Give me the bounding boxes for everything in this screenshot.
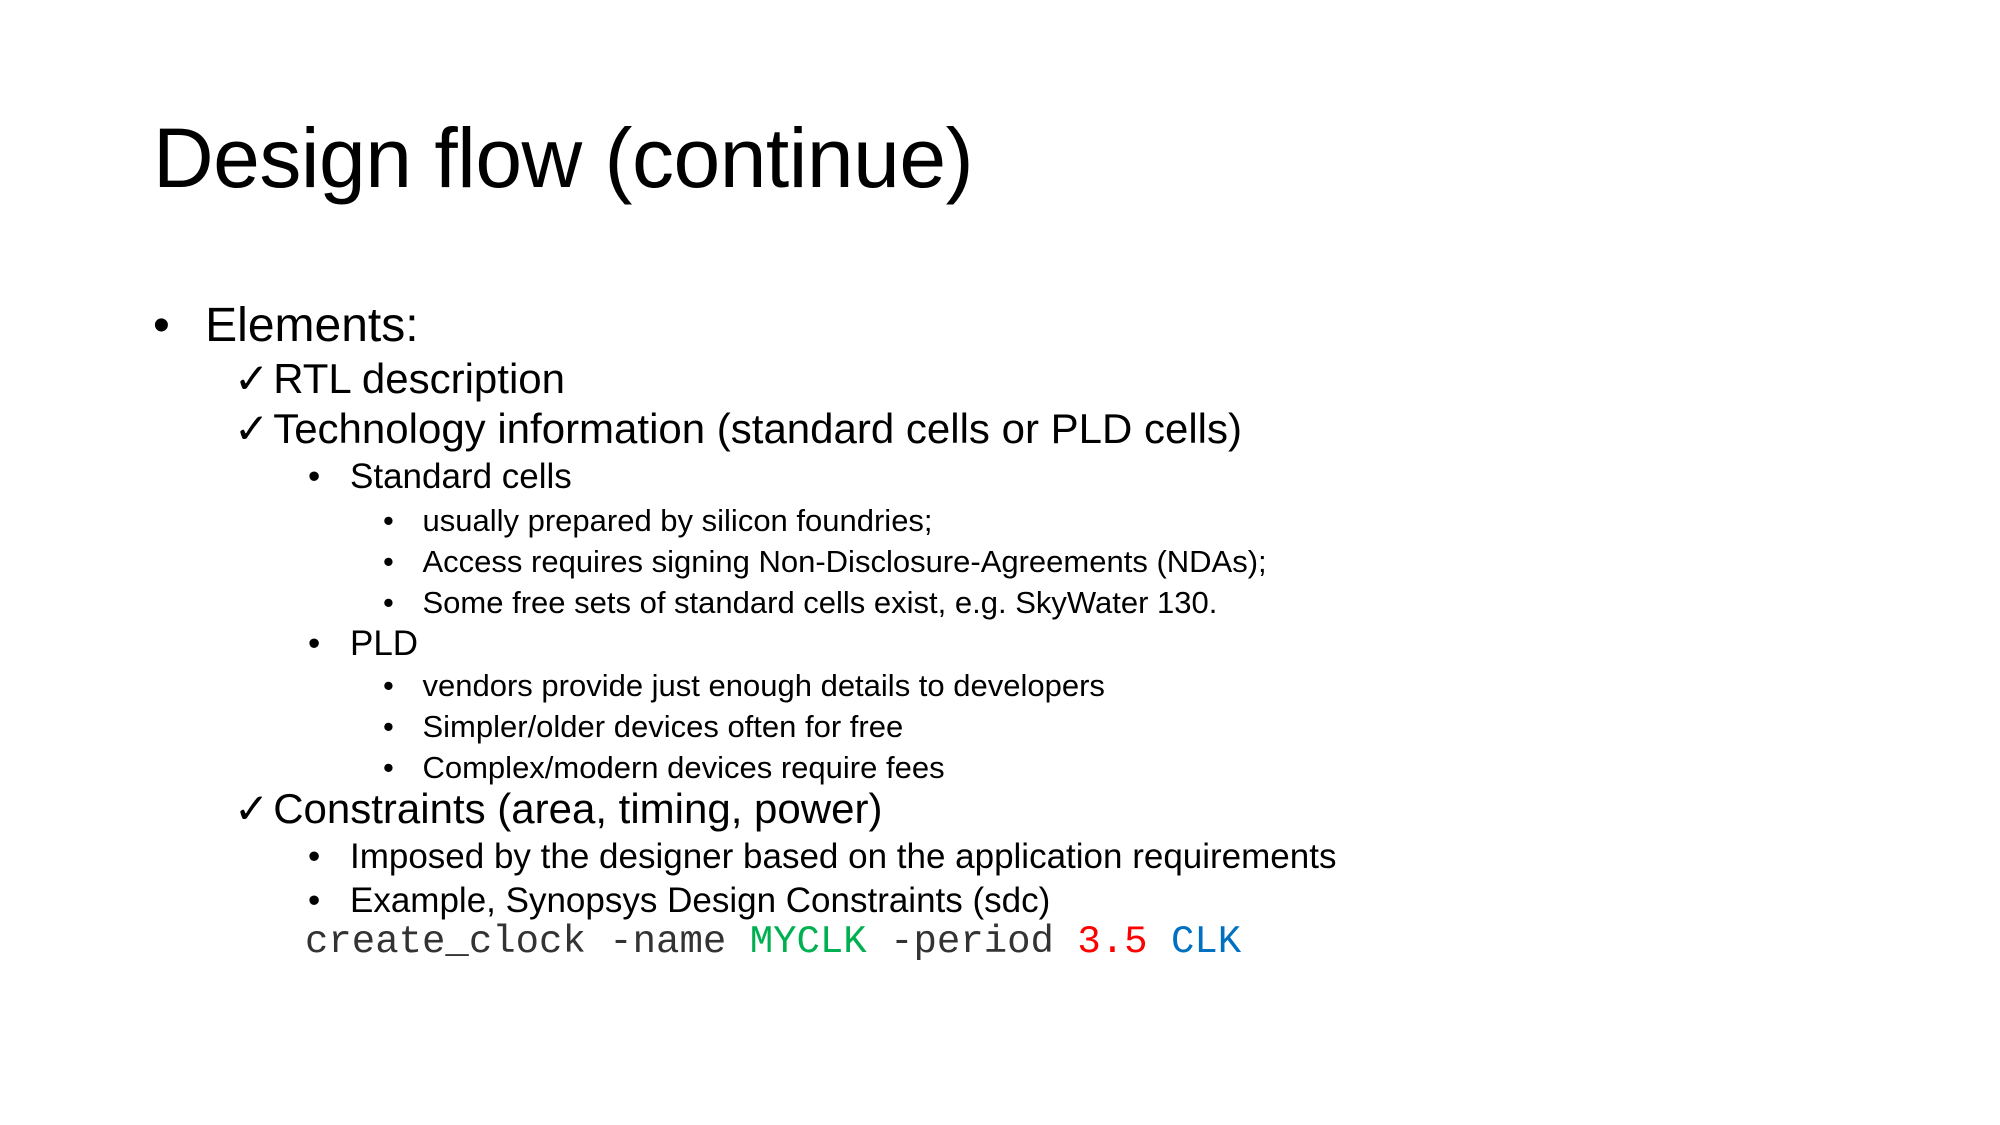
checkmark-icon: ✓ <box>234 785 270 832</box>
code-period-value: 3.5 <box>1077 920 1148 964</box>
bullet-text: usually prepared by silicon foundries; <box>422 503 933 538</box>
bullet-icon: • <box>308 624 321 663</box>
bullet-pld-vendors: • vendors provide just enough details to… <box>383 670 1105 701</box>
check-item-text: Technology information (standard cells o… <box>273 405 1242 452</box>
bullet-icon: • <box>153 299 170 352</box>
bullet-std-nda: • Access requires signing Non-Disclosure… <box>383 546 1267 577</box>
bullet-text: Standard cells <box>350 457 572 496</box>
check-item-rtl: ✓RTL description <box>234 358 565 400</box>
bullet-text: Access requires signing Non-Disclosure-A… <box>422 544 1267 579</box>
bullet-icon: • <box>383 544 394 579</box>
check-item-text: Constraints (area, timing, power) <box>273 785 883 832</box>
bullet-text: vendors provide just enough details to d… <box>422 668 1105 703</box>
bullet-pld-complex: • Complex/modern devices require fees <box>383 752 945 783</box>
sdc-code-line: create_clock -name MYCLK -period 3.5 CLK <box>305 923 1241 962</box>
bullet-text: PLD <box>350 624 419 663</box>
bullet-text: Complex/modern devices require fees <box>422 750 945 785</box>
bullet-text: Example, Synopsys Design Constraints (sd… <box>350 881 1051 920</box>
bullet-icon: • <box>383 750 394 785</box>
check-item-constraints: ✓Constraints (area, timing, power) <box>234 788 882 830</box>
bullet-con-imposed: • Imposed by the designer based on the a… <box>308 839 1336 874</box>
bullet-icon: • <box>383 709 394 744</box>
bullet-icon: • <box>308 881 321 920</box>
code-clock-port: CLK <box>1170 920 1242 964</box>
bullet-icon: • <box>383 503 394 538</box>
bullet-std-foundries: • usually prepared by silicon foundries; <box>383 505 933 536</box>
bullet-text: Simpler/older devices often for free <box>422 709 904 744</box>
bullet-pld-simpler: • Simpler/older devices often for free <box>383 711 903 742</box>
bullet-text: Imposed by the designer based on the app… <box>350 837 1337 876</box>
bullet-text: Elements: <box>205 299 419 352</box>
bullet-std-free-sets: • Some free sets of standard cells exist… <box>383 587 1217 618</box>
bullet-standard-cells: • Standard cells <box>308 459 572 494</box>
checkmark-icon: ✓ <box>234 355 270 402</box>
bullet-elements: • Elements: <box>153 302 419 350</box>
slide-title: Design flow (continue) <box>153 111 974 205</box>
code-period-flag: -period <box>866 920 1078 964</box>
code-clock-name: MYCLK <box>749 920 867 964</box>
check-item-technology: ✓Technology information (standard cells … <box>234 408 1242 450</box>
bullet-con-example: • Example, Synopsys Design Constraints (… <box>308 883 1050 918</box>
bullet-icon: • <box>308 457 321 496</box>
code-command: create_clock -name <box>305 920 750 964</box>
bullet-icon: • <box>383 585 394 620</box>
check-item-text: RTL description <box>273 355 566 402</box>
bullet-text: Some free sets of standard cells exist, … <box>422 585 1218 620</box>
checkmark-icon: ✓ <box>234 405 270 452</box>
bullet-icon: • <box>383 668 394 703</box>
bullet-pld: • PLD <box>308 626 418 661</box>
bullet-icon: • <box>308 837 321 876</box>
